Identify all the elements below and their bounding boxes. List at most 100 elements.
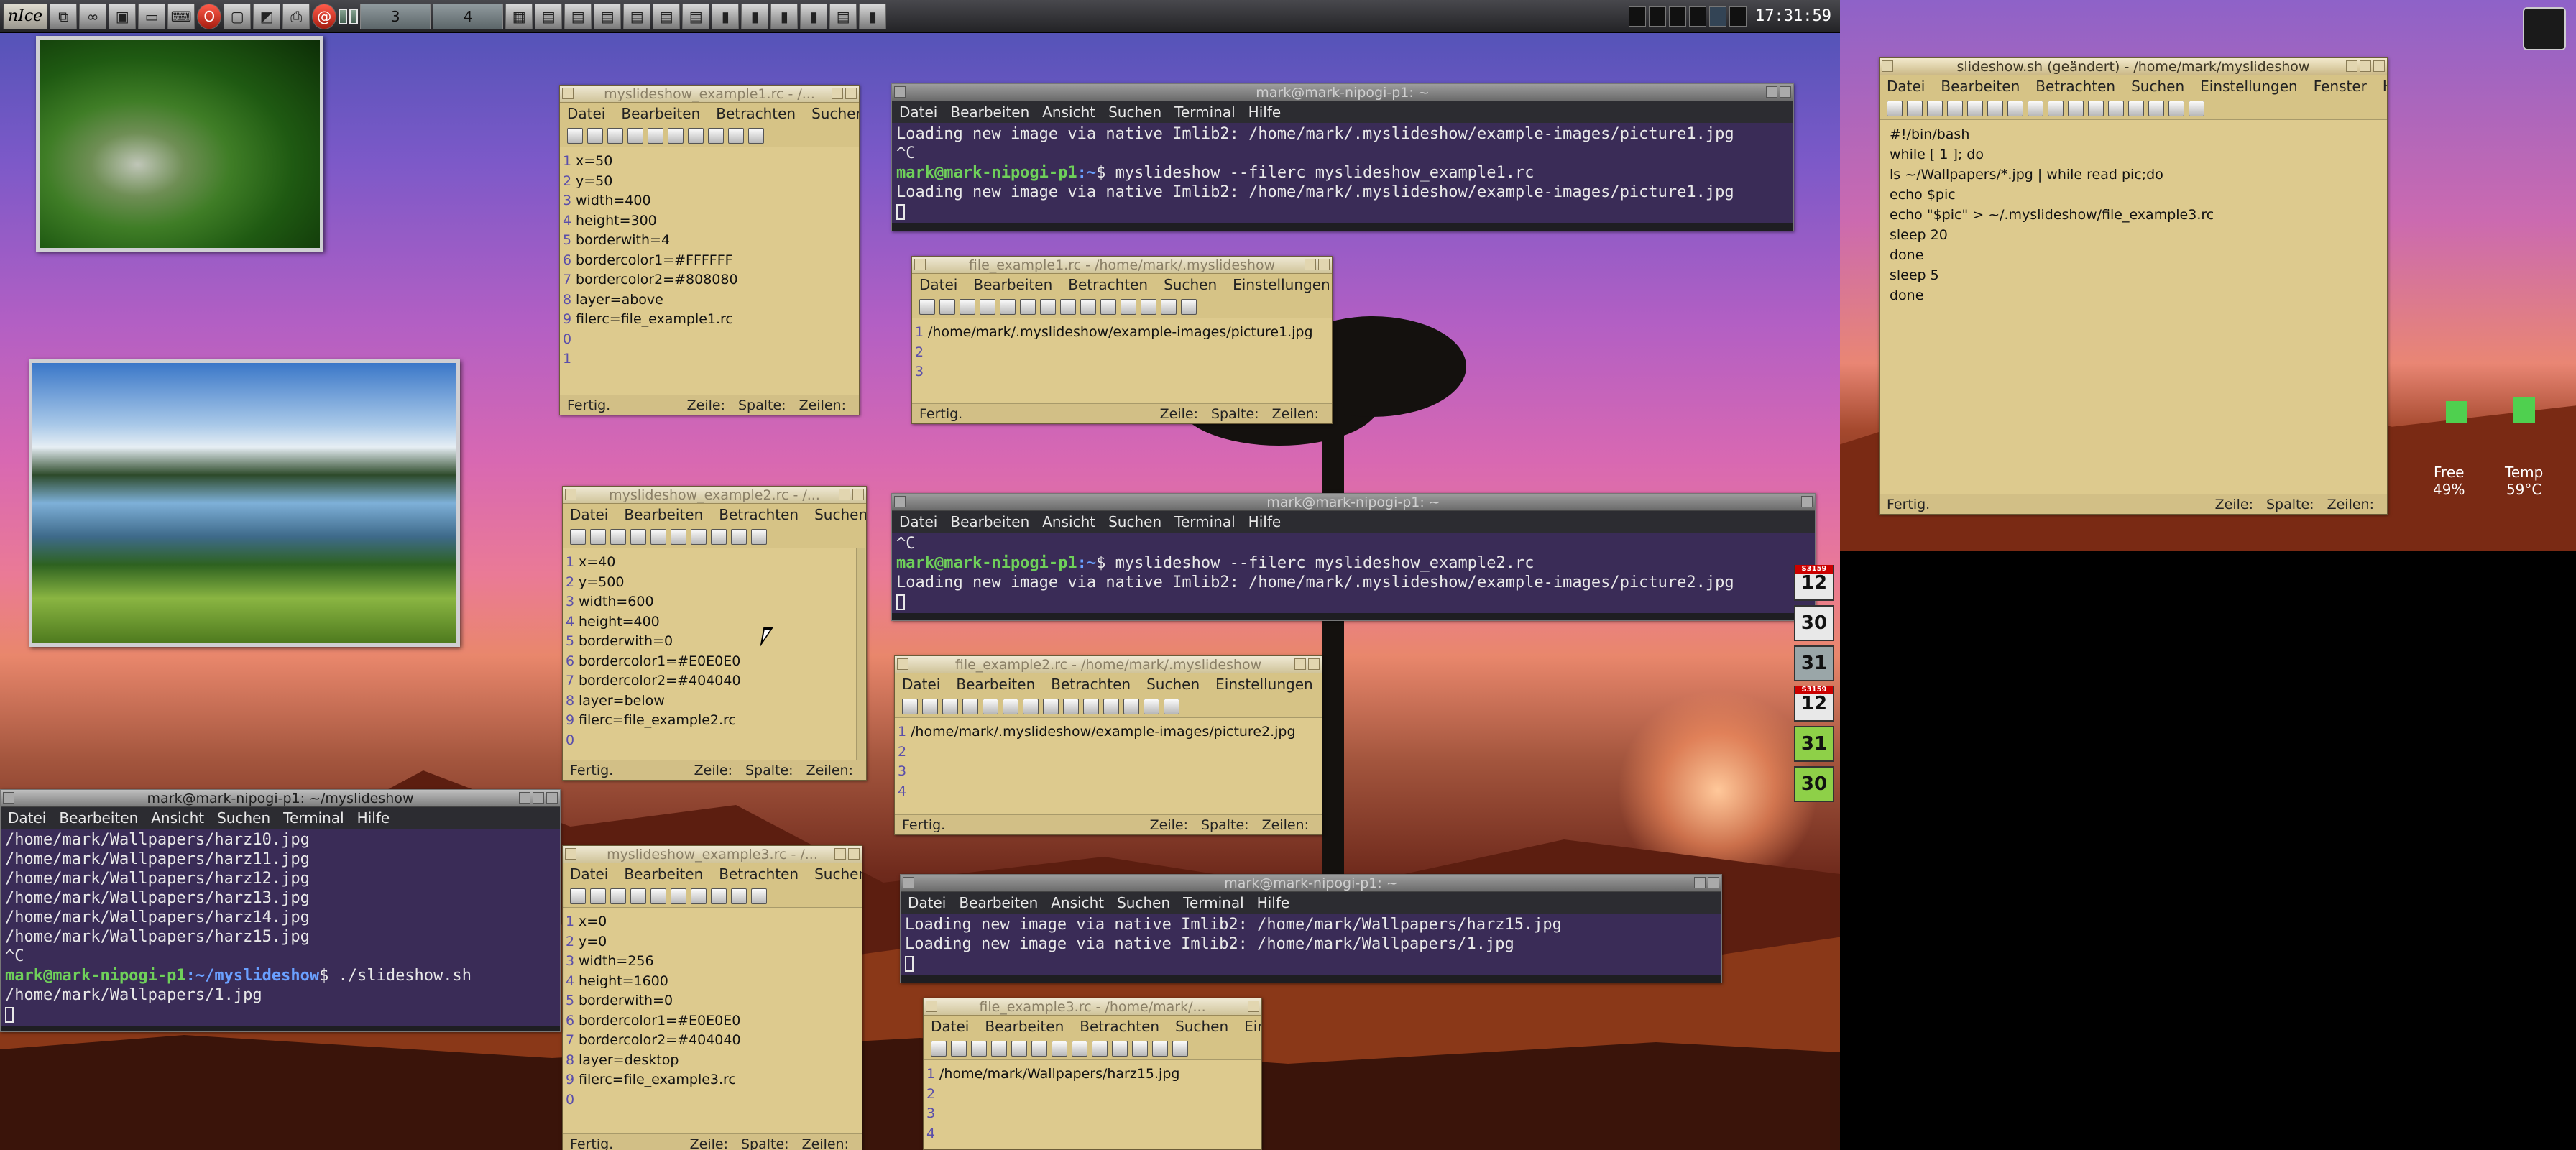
- menu-item[interactable]: Fenster: [2314, 78, 2367, 95]
- toolbar-button-icon[interactable]: [1907, 100, 1923, 116]
- window-titlebar[interactable]: mark@mark-nipogi-p1: ~/myslideshow: [1, 790, 560, 807]
- toolbar-button-icon[interactable]: [2007, 100, 2023, 116]
- toolbar-button-icon[interactable]: [1003, 698, 1018, 714]
- window-menu-button[interactable]: [894, 496, 906, 507]
- menu-item[interactable]: Bearbeiten: [1941, 78, 2020, 95]
- taskbar-window-icon[interactable]: ▤: [594, 3, 622, 29]
- toolbar-button-icon[interactable]: [731, 888, 747, 904]
- network-applet[interactable]: 30: [1794, 766, 1834, 802]
- memory-applet[interactable]: 31: [1794, 726, 1834, 762]
- laptop-icon[interactable]: ⌨: [167, 3, 196, 29]
- toolbar-button-icon[interactable]: [2189, 100, 2204, 116]
- menu-item[interactable]: Suchen: [814, 506, 866, 523]
- opera-icon[interactable]: O: [197, 3, 222, 29]
- toolbar-button-icon[interactable]: [2128, 100, 2144, 116]
- maximize-button[interactable]: [533, 792, 544, 804]
- menu-item[interactable]: Bearbeiten: [621, 105, 700, 122]
- menu-item[interactable]: Terminal: [1183, 894, 1244, 911]
- minimize-button[interactable]: [1305, 259, 1316, 270]
- monitor-icon[interactable]: ▣: [109, 3, 137, 29]
- menu-item[interactable]: Hilfe: [2383, 78, 2387, 95]
- toolbar-button-icon[interactable]: [2088, 100, 2104, 116]
- taskbar-window-icon[interactable]: ▤: [653, 3, 681, 29]
- window-menu-button[interactable]: [914, 259, 926, 270]
- text-area[interactable]: 1 x=0 2 y=0 3 width=256 4 height=1600 5 borderwit…: [563, 908, 862, 1133]
- terminal-output[interactable]: /home/mark/Wallpapers/harz10.jpg/home/ma…: [1, 829, 560, 1026]
- taskbar-window-icon[interactable]: ▮: [712, 3, 740, 29]
- terminal-icon[interactable]: ▭: [138, 3, 166, 29]
- toolbar-button-icon[interactable]: [2048, 100, 2064, 116]
- cde-icon[interactable]: ⧉: [50, 3, 78, 29]
- toolbar-button-icon[interactable]: [1144, 698, 1159, 714]
- toolbar-button-icon[interactable]: [2168, 100, 2184, 116]
- window-titlebar[interactable]: file_example3.rc - /home/mark/...: [924, 998, 1261, 1016]
- window-titlebar[interactable]: mark@mark-nipogi-p1: ~: [892, 494, 1815, 511]
- toolbar-button-icon[interactable]: [962, 698, 978, 714]
- scrollbar[interactable]: [856, 548, 865, 760]
- calendar-applet[interactable]: S3159 12: [1794, 565, 1834, 601]
- toolbar-button-icon[interactable]: [630, 888, 646, 904]
- menu-item[interactable]: Suchen: [1117, 894, 1170, 911]
- toolbar-button-icon[interactable]: [590, 528, 606, 545]
- window-menu-button[interactable]: [903, 877, 914, 888]
- menu-item[interactable]: Datei: [567, 105, 605, 122]
- maximize-button[interactable]: [848, 848, 860, 860]
- menu-item[interactable]: Datei: [902, 676, 940, 693]
- menu-item[interactable]: Bearbeiten: [624, 865, 703, 883]
- text-area[interactable]: 1 x=50 2 y=50 3 width=400 4 height=300 5 borderwi…: [560, 147, 859, 395]
- menu-item[interactable]: Terminal: [1174, 104, 1236, 121]
- menu-item[interactable]: Bearbeiten: [973, 276, 1052, 293]
- menu-item[interactable]: Hilfe: [357, 809, 390, 827]
- menu-item[interactable]: Datei: [8, 809, 46, 827]
- toolbar-button-icon[interactable]: [939, 298, 955, 315]
- menu-item[interactable]: Betrachten: [719, 506, 799, 523]
- tray-icon[interactable]: [1649, 6, 1667, 27]
- menu-item[interactable]: Suchen: [1108, 513, 1162, 530]
- terminal-output[interactable]: Loading new image via native Imlib2: /ho…: [901, 914, 1721, 975]
- toolbar-button-icon[interactable]: [942, 698, 958, 714]
- toolbar-button-icon[interactable]: [650, 528, 666, 545]
- image-viewer-icon[interactable]: ◩: [253, 3, 281, 29]
- toolbar-button-icon[interactable]: [2148, 100, 2164, 116]
- menu-item[interactable]: Ansicht: [1051, 894, 1104, 911]
- menu-item[interactable]: Terminal: [283, 809, 344, 827]
- window-titlebar[interactable]: mark@mark-nipogi-p1: ~: [901, 875, 1721, 892]
- text-area[interactable]: 1/home/mark/.myslideshow/example-images/…: [895, 718, 1322, 814]
- window-menu-button[interactable]: [1882, 60, 1893, 72]
- toolbar-button-icon[interactable]: [1164, 698, 1179, 714]
- minimize-button[interactable]: [839, 489, 850, 500]
- window-menu-button[interactable]: [3, 792, 14, 804]
- window-menu-button[interactable]: [897, 658, 908, 670]
- toolbar-button-icon[interactable]: [1947, 100, 1963, 116]
- menu-item[interactable]: Betrachten: [2036, 78, 2115, 95]
- menu-item[interactable]: Datei: [570, 865, 608, 883]
- taskbar-window-icon[interactable]: ▮: [770, 3, 799, 29]
- menu-item[interactable]: Betrachten: [716, 105, 796, 122]
- menu-item[interactable]: Betrachten: [1051, 676, 1131, 693]
- toolbar-button-icon[interactable]: [1080, 298, 1096, 315]
- close-button[interactable]: [546, 792, 558, 804]
- toolbar-button-icon[interactable]: [627, 127, 643, 144]
- window-menu-button[interactable]: [565, 848, 576, 860]
- menu-item[interactable]: Suchen: [814, 865, 862, 883]
- minimize-button[interactable]: [832, 88, 843, 99]
- menu-item[interactable]: Datei: [570, 506, 608, 523]
- workspace-2[interactable]: [349, 8, 359, 24]
- menu-item[interactable]: Ansicht: [151, 809, 204, 827]
- text-area[interactable]: 1/home/mark/.myslideshow/example-images/…: [912, 318, 1332, 403]
- menu-item[interactable]: Einstellungen: [1233, 276, 1330, 293]
- window-titlebar[interactable]: myslideshow_example1.rc - /...: [560, 86, 859, 103]
- menu-item[interactable]: Datei: [931, 1018, 969, 1035]
- taskbar-window-icon[interactable]: ▮: [741, 3, 769, 29]
- taskbar-window-icon[interactable]: ▤: [829, 3, 857, 29]
- toolbar-button-icon[interactable]: [570, 888, 586, 904]
- calendar-applet[interactable]: S3159 12: [1794, 686, 1834, 722]
- toolbar-button-icon[interactable]: [688, 127, 704, 144]
- menu-item[interactable]: Hilfe: [1257, 894, 1290, 911]
- window-menu-button[interactable]: [562, 88, 574, 99]
- toolbar-button-icon[interactable]: [1040, 298, 1056, 315]
- menu-item[interactable]: Terminal: [1174, 513, 1236, 530]
- toolbar-button-icon[interactable]: [1000, 298, 1016, 315]
- toolbar-button-icon[interactable]: [991, 1040, 1007, 1057]
- pager-thumbnail[interactable]: [2523, 7, 2566, 50]
